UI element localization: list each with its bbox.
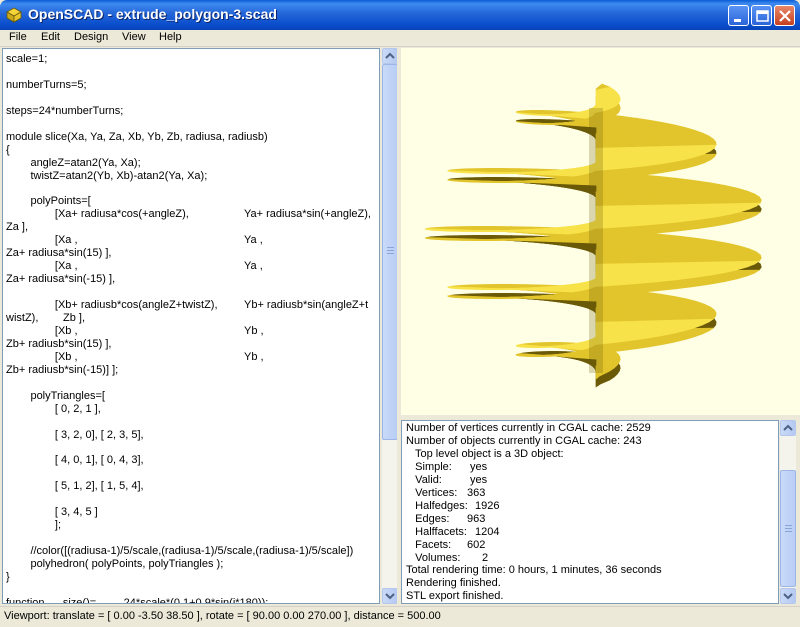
code-line: [Xb , — [6, 350, 78, 363]
code-line: angleZ=atan2(Ya, Xa); — [6, 156, 141, 169]
menu-file[interactable]: File — [9, 31, 27, 43]
arrow-down-icon — [783, 593, 793, 600]
code-line: [ 3, 2, 0], [ 2, 3, 5], — [6, 428, 144, 441]
code-line: twistZ=atan2(Yb, Xb)-atan2(Ya, Xa); — [6, 169, 208, 182]
console-line: Number of vertices currently in CGAL cac… — [406, 422, 651, 434]
code-line: polyTriangles=[ — [6, 389, 105, 402]
code-line: //color([(radiusa-1)/5/scale,(radiusa-1)… — [6, 545, 354, 558]
code-line: [Xa , — [6, 234, 78, 247]
minimize-icon — [734, 19, 741, 22]
arrow-up-icon — [385, 52, 395, 59]
console-value: 963 — [467, 512, 486, 525]
maximize-button[interactable] — [751, 5, 772, 26]
code-line: numberTurns=5; — [6, 78, 87, 91]
code-line: Za+ radiusa*sin(15) ], — [6, 247, 112, 260]
code-line: [ 3, 4, 5 ] — [6, 506, 98, 519]
console-line: Facets: — [406, 538, 452, 551]
console-value: yes — [470, 460, 488, 473]
console-line: Number of objects currently in CGAL cach… — [406, 434, 642, 447]
minimize-button[interactable] — [728, 5, 749, 26]
console-output: Number of vertices currently in CGAL cac… — [401, 420, 779, 604]
menu-bar: File Edit Design View Help — [0, 30, 800, 47]
code-line: steps=24*numberTurns; — [6, 104, 124, 117]
code-line: [Xa , — [6, 260, 78, 273]
window-title: OpenSCAD - extrude_polygon-3.scad — [28, 6, 277, 22]
code-line: [Xa+ radiusa*cos(+angleZ), — [6, 208, 189, 221]
code-line: Za+ radiusa*sin(-15) ], — [6, 273, 116, 286]
console-line: Top level object is a 3D object: — [406, 447, 564, 460]
menu-edit[interactable]: Edit — [41, 31, 60, 43]
console-line: Edges: — [406, 512, 450, 525]
code-line: [Xb , — [6, 324, 78, 337]
code-line: [ 0, 2, 1 ], — [6, 402, 101, 415]
code-line-segment: Yb , — [244, 324, 264, 337]
menu-help[interactable]: Help — [159, 31, 182, 43]
close-button[interactable] — [774, 5, 795, 26]
code-line: Za ], — [6, 221, 29, 234]
status-bar: Viewport: translate = [ 0.00 -3.50 38.50… — [0, 606, 800, 627]
code-line: function size()= 24*scale*(0.1+0.9*sin(i… — [6, 596, 269, 604]
arrow-up-icon — [783, 424, 793, 431]
editor-scroll-up-button[interactable] — [382, 48, 398, 64]
code-line: wistZ), — [6, 312, 39, 324]
console-line: Rendering finished. — [406, 577, 501, 590]
console-line: Volumes: — [406, 551, 461, 564]
console-line: STL export finished. — [406, 590, 504, 603]
code-line: Zb+ radiusb*sin(-15)] ]; — [6, 363, 119, 376]
editor-scrollbar[interactable] — [381, 48, 398, 604]
console-scroll-thumb[interactable] — [780, 470, 796, 587]
console-value: 1926 — [475, 499, 500, 512]
arrow-down-icon — [385, 593, 395, 600]
code-line-segment: Ya , — [244, 234, 263, 247]
console-value: 1204 — [475, 525, 500, 538]
code-line: } — [6, 571, 10, 583]
console-line: Halfedges: — [406, 499, 468, 512]
maximize-icon — [756, 10, 769, 22]
console-value: 2 — [482, 551, 489, 564]
console-line: Total rendering time: 0 hours, 1 minutes… — [406, 564, 662, 577]
console-line: Halffacets: — [406, 525, 467, 538]
console-value: 602 — [467, 538, 486, 551]
console-scrollbar[interactable] — [779, 420, 796, 604]
openscad-window: OpenSCAD - extrude_polygon-3.scad File E… — [0, 0, 800, 627]
code-line: polyhedron( polyPoints, polyTriangles ); — [6, 558, 224, 571]
console-value: 363 — [467, 486, 486, 499]
code-line-segment: Yb , — [244, 350, 264, 363]
code-line: polyPoints=[ — [6, 195, 91, 208]
code-line: Zb+ radiusb*sin(15) ], — [6, 337, 112, 350]
code-line: module slice(Xa, Ya, Za, Xb, Yb, Zb, rad… — [6, 130, 268, 143]
code-line: [ 4, 0, 1], [ 0, 4, 3], — [6, 454, 144, 467]
code-editor[interactable]: scale=1; numberTurns=5; steps=24*numberTur… — [2, 48, 380, 604]
openscad-app-icon — [6, 7, 22, 23]
code-line: ]; — [6, 519, 62, 532]
menu-view[interactable]: View — [122, 31, 146, 43]
code-line: [ 5, 1, 2], [ 1, 5, 4], — [6, 480, 144, 493]
console-line: Valid: — [406, 473, 442, 486]
code-line: [Xb+ radiusb*cos(angleZ+twistZ), — [6, 299, 218, 312]
console-line: Vertices: — [406, 486, 458, 499]
code-line-segment: Yb+ radiusb*sin(angleZ+t — [244, 299, 369, 312]
code-line-segment: Ya , — [244, 260, 263, 273]
code-line-segment: Ya+ radiusa*sin(+angleZ), — [244, 208, 371, 221]
editor-scroll-thumb[interactable] — [382, 64, 398, 440]
close-icon — [779, 10, 791, 22]
title-bar[interactable]: OpenSCAD - extrude_polygon-3.scad — [0, 0, 800, 30]
3d-viewport[interactable] — [401, 48, 800, 415]
console-line: Simple: — [406, 460, 452, 473]
viewport-status: Viewport: translate = [ 0.00 -3.50 38.50… — [4, 610, 441, 622]
editor-scroll-down-button[interactable] — [382, 588, 398, 604]
code-line-segment: Zb ], — [63, 312, 86, 324]
helix-render — [424, 83, 762, 388]
console-scroll-down-button[interactable] — [780, 588, 796, 604]
console-scroll-up-button[interactable] — [780, 420, 796, 436]
code-line: { — [6, 143, 10, 156]
menu-design[interactable]: Design — [74, 31, 108, 43]
code-line: scale=1; — [6, 53, 48, 65]
console-value: yes — [470, 473, 488, 486]
